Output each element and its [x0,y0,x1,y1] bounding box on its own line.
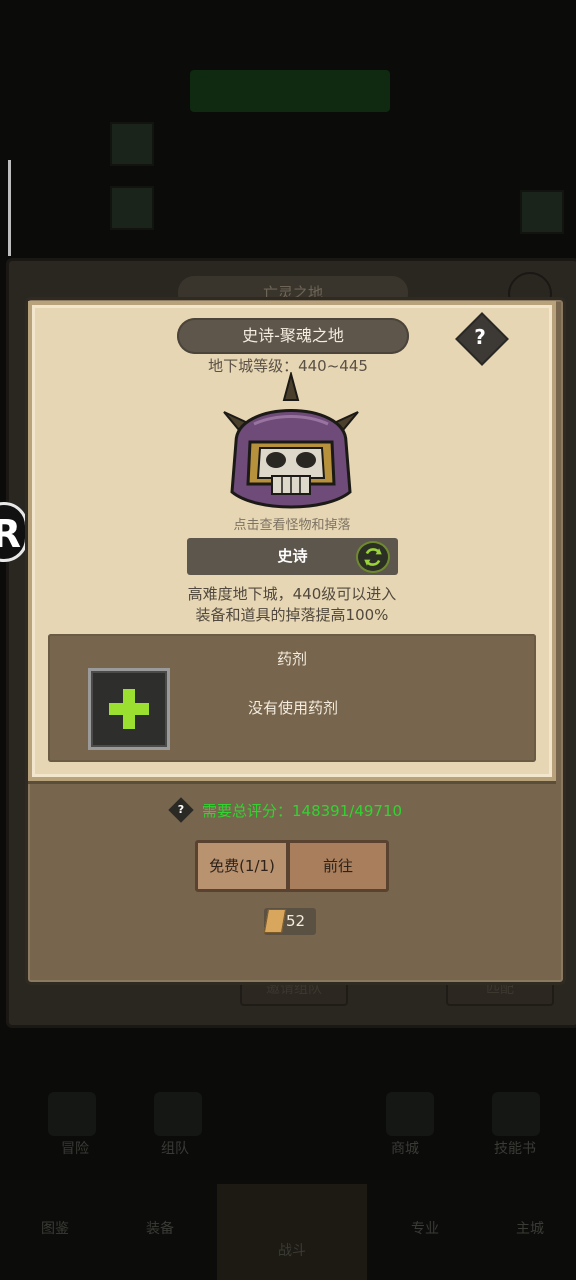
dungeon-description-line2: 装备和道具的掉落提高100% [195,606,389,624]
view-monsters-hint[interactable]: 点击查看怪物和掉落 [0,514,576,533]
go-button[interactable]: 前往 [289,840,389,892]
required-score: 需要总评分：148391/49710 [202,802,403,820]
background-nav-label: 组队 [161,1141,189,1157]
dungeon-title: 史诗-聚魂之地 [177,318,409,354]
background-bottom-nav-label: 主城 [516,1221,544,1237]
potion-status: 没有使用药剂 [247,699,338,717]
background-bottom-nav-label: 装备 [146,1221,174,1237]
boss-skull-helmet-icon[interactable] [216,372,366,522]
ticket-count: 52 [286,912,306,930]
background-top-bar [190,70,390,112]
requirement-help-icon[interactable]: ? [172,801,190,819]
background-slot [110,122,154,166]
background-nav-icon [154,1092,202,1136]
background-nav-icon [386,1092,434,1136]
background-nav-label: 技能书 [494,1141,536,1157]
add-potion-slot[interactable] [88,668,170,750]
background-bottom-nav-label: 战斗 [278,1243,306,1259]
question-icon[interactable]: ? [463,320,497,354]
background-slot [110,186,154,230]
background-nav-label: 冒险 [61,1141,89,1157]
background-slot [520,190,564,234]
background-scroll-indicator [8,160,11,256]
background-nav-icon [48,1092,96,1136]
difficulty-label: 史诗 [277,547,308,565]
plus-icon [109,689,149,729]
potion-title: 药剂 [276,650,307,668]
background-nav-label: 商城 [391,1141,419,1157]
swap-arrows-icon[interactable] [356,541,390,573]
background-bottom-nav-label: 专业 [411,1221,439,1237]
dungeon-description-line1: 高难度地下城，440级可以进入 [187,585,397,603]
background-bottom-nav-label: 图鉴 [41,1221,69,1237]
background-nav-icon [492,1092,540,1136]
free-entry-button[interactable]: 免费(1/1) [195,840,289,892]
background-fight-tab [217,1184,367,1280]
